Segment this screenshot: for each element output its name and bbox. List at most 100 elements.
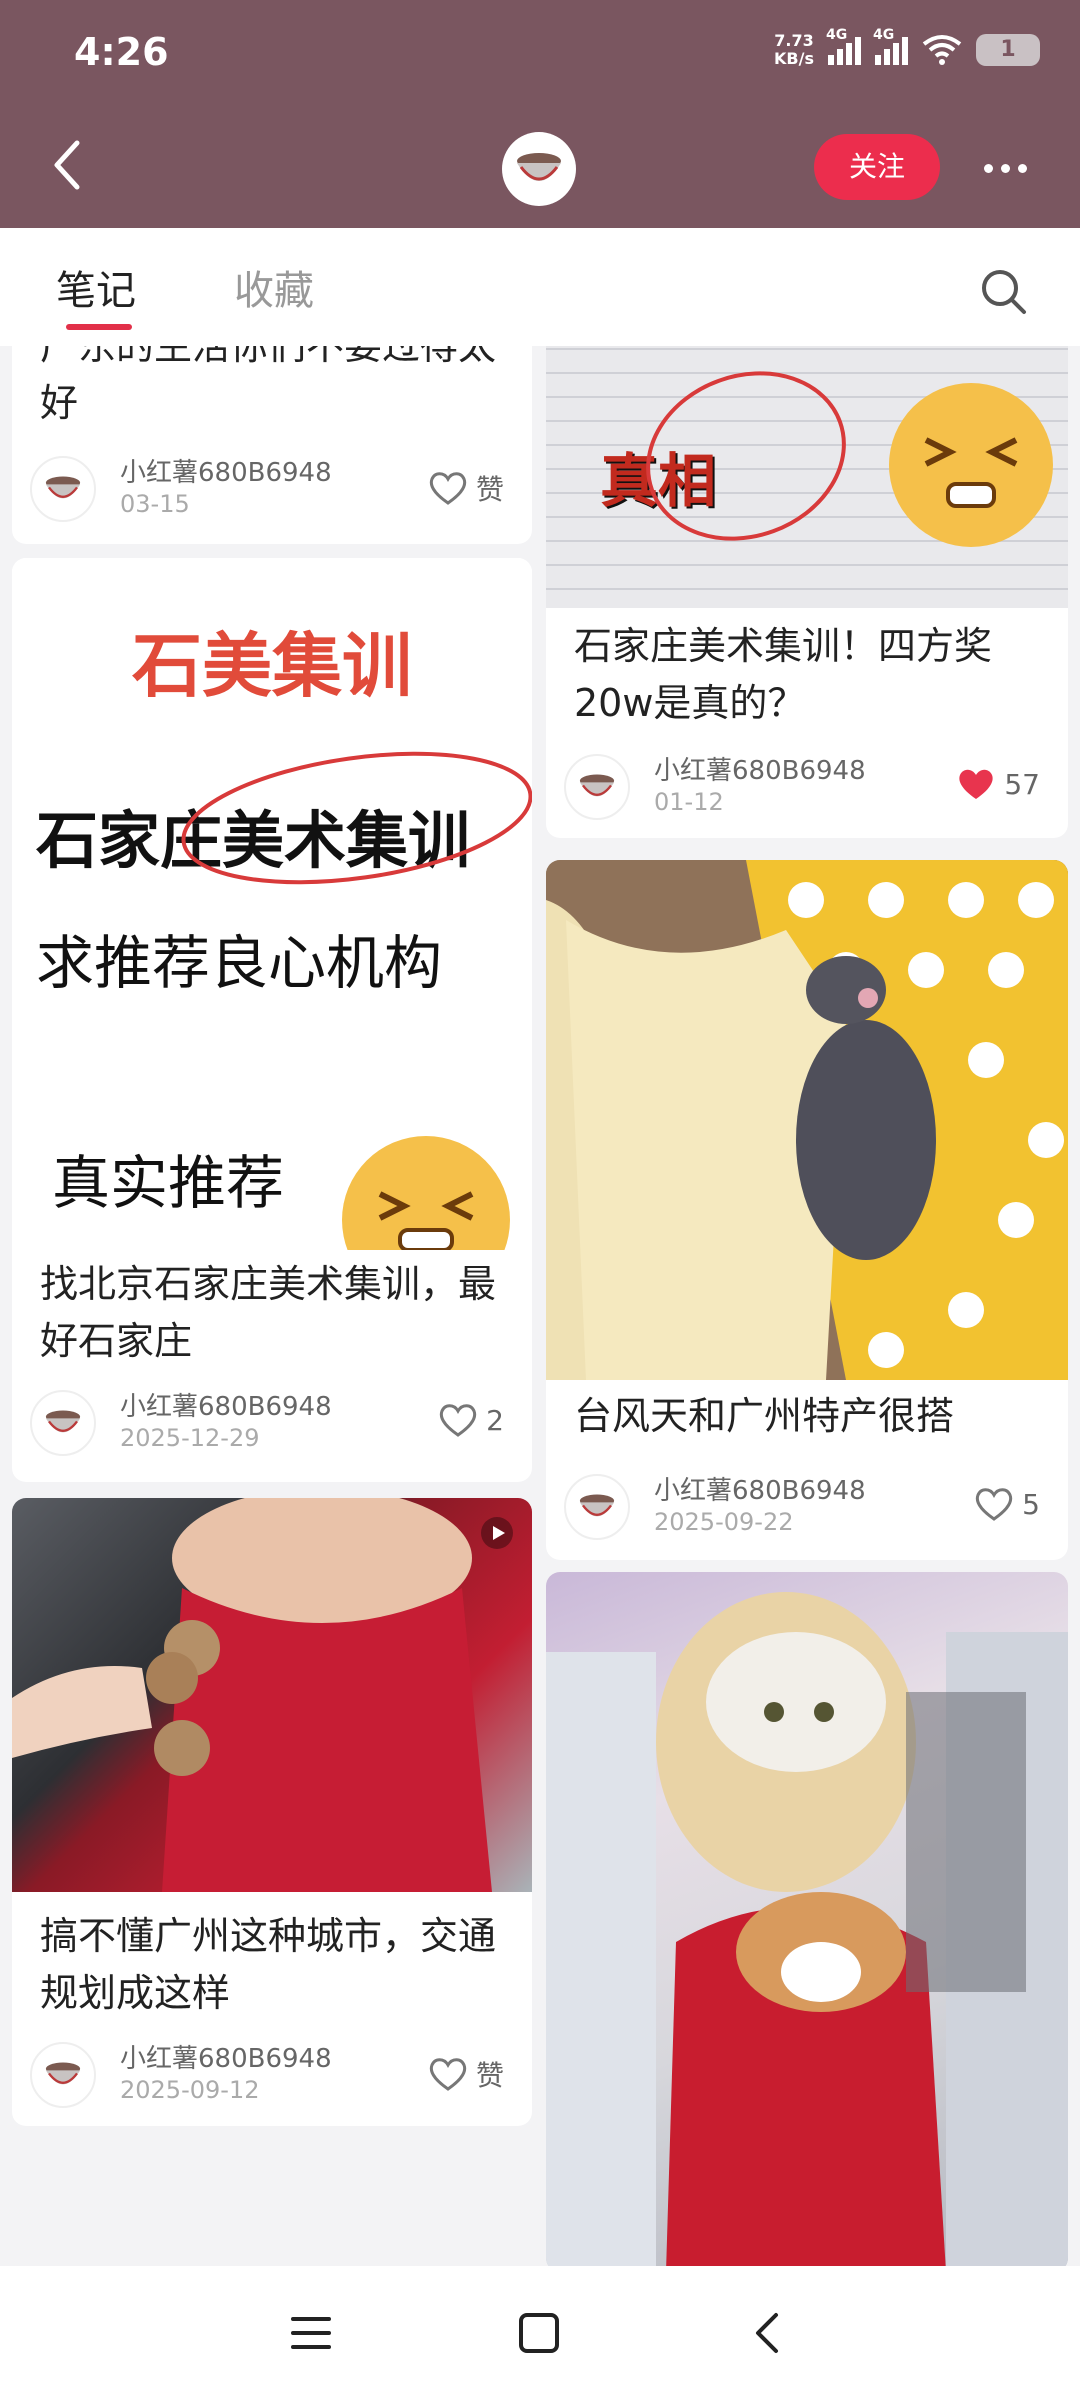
header: 4:26 7.73 KB/s 4G 4G 1 关注	[0, 0, 1080, 228]
note-card[interactable]: 石美集训 石家庄美术集训 求推荐良心机构 真实推荐 找北京石家庄美术集训，最好石…	[12, 558, 532, 1482]
signal-icon-2: 4G	[873, 27, 908, 65]
notes-feed[interactable]: 广东的生活你们不要过得太好 小红薯680B6948 03-15 赞 石美集训 石…	[0, 346, 1080, 2266]
note-meta: 小红薯680B6948 2025-09-22 5	[564, 1472, 1050, 1542]
network-speed-value: 7.73	[774, 31, 814, 50]
author-avatar[interactable]	[30, 1390, 96, 1456]
author-name[interactable]: 小红薯680B6948	[120, 452, 332, 489]
content-tabs: 笔记 收藏	[0, 228, 1080, 346]
like-count: 赞	[475, 2059, 504, 2092]
note-date: 03-15	[120, 490, 190, 518]
like-count: 赞	[475, 473, 504, 506]
status-icons: 7.73 KB/s 4G 4G 1	[774, 27, 1040, 68]
author-name[interactable]: 小红薯680B6948	[120, 2038, 332, 2075]
profile-page: 4:26 7.73 KB/s 4G 4G 1 关注 笔记 收藏 广东的生活你们不…	[0, 0, 1080, 2400]
status-bar: 4:26 7.73 KB/s 4G 4G 1	[0, 0, 1080, 110]
note-title: 石家庄美术集训！四方奖20w是真的？	[574, 624, 993, 725]
author-avatar[interactable]	[564, 754, 630, 820]
author-avatar[interactable]	[30, 2042, 96, 2108]
network-type-1: 4G	[826, 27, 848, 43]
tab-collections[interactable]: 收藏	[234, 258, 314, 316]
signal-icon: 4G	[826, 27, 861, 65]
note-date: 2025-09-12	[120, 2076, 260, 2104]
follow-button[interactable]: 关注	[814, 134, 940, 200]
square-home-icon	[519, 2313, 559, 2353]
home-nav-button[interactable]	[504, 2298, 574, 2368]
like-count: 2	[486, 1403, 504, 1437]
grimace-emoji-icon	[889, 383, 1053, 547]
note-title: 搞不懂广州这种城市，交通规划成这样	[40, 1914, 497, 2015]
photo-figure	[12, 1498, 492, 1892]
grimace-emoji-icon	[342, 1136, 510, 1250]
rice-bowl-icon	[517, 153, 561, 181]
active-tab-indicator	[66, 324, 132, 330]
heart-filled-icon	[959, 769, 993, 799]
tab-notes[interactable]: 笔记	[56, 258, 136, 316]
system-navigation-bar	[0, 2266, 1080, 2400]
like-button[interactable]: 赞	[428, 468, 504, 508]
note-meta: 小红薯680B6948 01-12 57	[564, 752, 1050, 822]
note-date: 2025-09-22	[654, 1508, 794, 1536]
note-cover-image	[546, 1572, 1068, 2266]
heart-outline-icon	[429, 472, 467, 505]
note-card[interactable]: 广东的生活你们不要过得太好 小红薯680B6948 03-15 赞	[12, 346, 532, 544]
photo-figure	[546, 860, 1068, 1380]
network-speed: 7.73 KB/s	[774, 32, 814, 68]
like-button[interactable]: 5	[974, 1486, 1040, 1522]
more-options-button[interactable]	[970, 140, 1040, 196]
rice-bowl-icon	[579, 774, 615, 797]
note-title: 找北京石家庄美术集训，最好石家庄	[40, 1262, 497, 1363]
like-count: 5	[1022, 1487, 1040, 1521]
network-type-2: 4G	[873, 27, 895, 43]
note-meta: 小红薯680B6948 2025-09-12 赞	[30, 2040, 514, 2110]
dot-icon	[983, 163, 993, 173]
heart-outline-icon	[429, 2058, 467, 2091]
search-button[interactable]	[976, 264, 1032, 320]
dot-icon	[1017, 163, 1027, 173]
rice-bowl-icon	[579, 1494, 615, 1517]
note-cover-image	[546, 860, 1068, 1380]
note-date: 2025-12-29	[120, 1424, 260, 1452]
status-time: 4:26	[74, 30, 169, 74]
note-card[interactable]: 真相 石家庄美术集训！四方奖20w是真的？ 小红薯680B6948 01-12	[546, 346, 1068, 838]
rice-bowl-icon	[45, 1410, 81, 1433]
wifi-icon	[922, 35, 962, 65]
back-nav-button[interactable]	[732, 2298, 802, 2368]
note-title: 广东的生活你们不要过得太好	[40, 346, 497, 425]
heart-outline-icon	[440, 1404, 477, 1437]
note-card[interactable]: 台风天和广州特产很搭 小红薯680B6948 2025-09-22 5	[546, 860, 1068, 1560]
note-meta: 小红薯680B6948 2025-12-29 2	[30, 1388, 514, 1458]
like-count: 57	[1004, 767, 1040, 801]
author-name[interactable]: 小红薯680B6948	[120, 1386, 332, 1423]
back-button[interactable]	[36, 130, 96, 200]
red-circle-mark	[646, 371, 846, 541]
note-cover-image	[12, 1498, 532, 1892]
profile-avatar[interactable]	[502, 132, 576, 206]
note-card[interactable]	[546, 1572, 1068, 2266]
cover-text-line: 求推荐良心机构	[36, 929, 443, 997]
heart-outline-icon	[976, 1488, 1013, 1521]
note-card[interactable]: 搞不懂广州这种城市，交通规划成这样 小红薯680B6948 2025-09-12…	[12, 1498, 532, 2126]
note-meta: 小红薯680B6948 03-15 赞	[30, 454, 514, 524]
network-speed-unit: KB/s	[774, 49, 814, 68]
author-name[interactable]: 小红薯680B6948	[654, 750, 866, 787]
chevron-left-icon	[54, 140, 80, 190]
chevron-left-icon	[756, 2313, 778, 2353]
search-icon	[982, 270, 1026, 314]
red-circle-mark	[181, 751, 532, 885]
cover-text-line: 真实推荐	[52, 1149, 285, 1217]
dot-icon	[1000, 163, 1010, 173]
note-cover-image: 真相	[546, 346, 1068, 608]
menu-nav-button[interactable]	[276, 2298, 346, 2368]
like-button[interactable]: 赞	[428, 2054, 504, 2094]
author-name[interactable]: 小红薯680B6948	[654, 1470, 866, 1507]
author-avatar[interactable]	[564, 1474, 630, 1540]
like-button[interactable]: 2	[438, 1402, 504, 1438]
note-date: 01-12	[654, 788, 724, 816]
menu-icon	[291, 2317, 331, 2349]
note-title: 台风天和广州特产很搭	[574, 1394, 955, 1438]
photo-figure	[546, 1592, 1068, 2266]
note-cover-image: 石美集训 石家庄美术集训 求推荐良心机构 真实推荐	[12, 558, 532, 1250]
like-button[interactable]: 57	[956, 766, 1040, 802]
author-avatar[interactable]	[30, 456, 96, 522]
rice-bowl-icon	[45, 476, 81, 499]
